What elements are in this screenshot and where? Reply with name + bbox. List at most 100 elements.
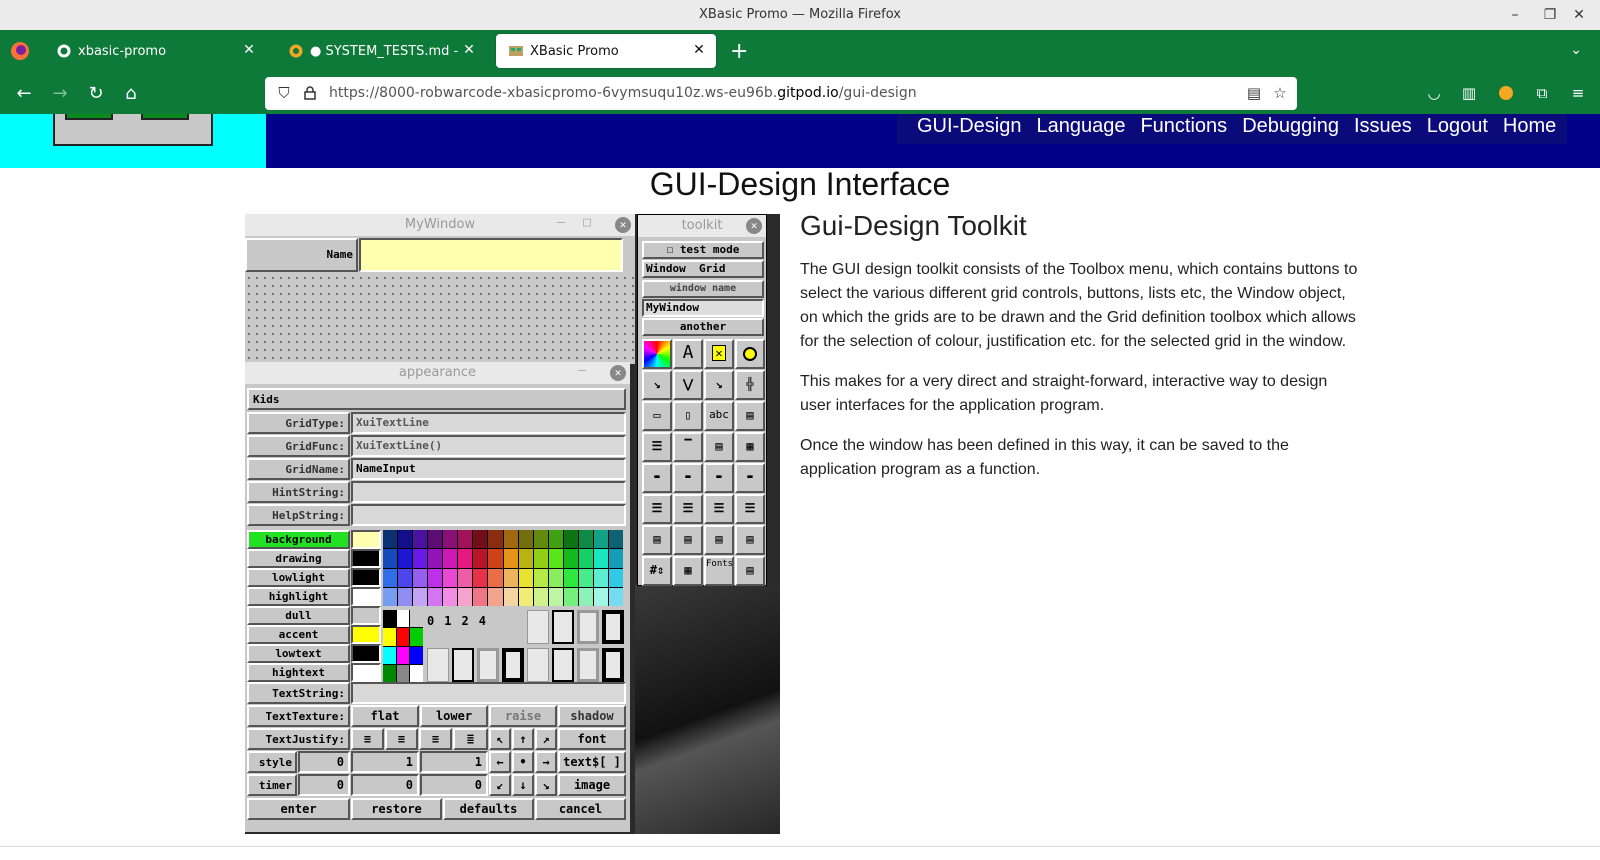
reload-button[interactable]: ↻ (83, 81, 109, 105)
align-s-icon[interactable]: ↓ (512, 774, 534, 796)
maximize-icon[interactable]: □ (583, 215, 591, 230)
shield-icon[interactable]: ⛉ (275, 84, 293, 102)
border-style-option[interactable] (502, 648, 524, 682)
pocket-icon[interactable]: ◡ (1423, 82, 1445, 104)
list-tabs-chevron-icon[interactable]: ⌄ (1570, 42, 1582, 58)
cancel-button[interactable]: cancel (535, 798, 626, 820)
texture-shadow-button[interactable]: shadow (558, 705, 626, 727)
field-value[interactable]: XuiTextLine() (351, 435, 626, 457)
dialog2-tool-icon[interactable]: ▤ (673, 525, 703, 555)
color-row-dull[interactable]: dull (247, 606, 350, 625)
scrollbar-h-tool-icon[interactable]: ▭ (642, 401, 672, 431)
border-style-option[interactable] (602, 610, 624, 644)
enter-button[interactable]: enter (247, 798, 350, 820)
menu2-tool-icon[interactable]: ▬ (673, 463, 703, 493)
number-spinner-tool-icon[interactable]: #⇕ (642, 556, 672, 586)
border-style-option[interactable] (477, 648, 499, 682)
extension-gitpod-icon[interactable] (1495, 82, 1517, 104)
another-button[interactable]: another (642, 318, 764, 336)
extensions-icon[interactable]: ⧉ (1531, 82, 1553, 104)
color-swatch[interactable] (351, 568, 381, 587)
text-array-button[interactable]: text$[ ] (558, 751, 626, 773)
dialog1-tool-icon[interactable]: ▤ (642, 525, 672, 555)
url-bar[interactable]: ⛉ https://8000-robwarcode-xbasicpromo-6v… (265, 77, 1297, 110)
split-tool-icon[interactable]: ╬ (735, 370, 765, 400)
sidebar-icon[interactable]: ▥ (1458, 82, 1480, 104)
arrow-corner-tool-icon[interactable]: ↘ (704, 370, 734, 400)
message-tool-icon[interactable]: ▤ (735, 556, 765, 586)
align-nw-icon[interactable]: ↖ (489, 728, 511, 750)
nav-home[interactable]: Home (1503, 115, 1556, 138)
color-swatch[interactable] (351, 549, 381, 568)
image-button[interactable]: image (558, 774, 626, 796)
kids-header[interactable]: Kids (247, 388, 626, 410)
tab-system-tests[interactable]: ● SYSTEM_TESTS.md - xbas ✕ (276, 34, 486, 68)
color-row-lowlight[interactable]: lowlight (247, 568, 350, 587)
justify-left-icon[interactable]: ≡ (351, 728, 384, 750)
align-ne-icon[interactable]: ↗ (535, 728, 557, 750)
border-style-option[interactable] (527, 648, 549, 682)
color-swatch[interactable] (351, 663, 381, 682)
close-icon[interactable]: ✕ (610, 365, 626, 381)
color-row-drawing[interactable]: drawing (247, 549, 350, 568)
text-box-tool-icon[interactable]: ▦ (735, 432, 765, 462)
close-tab-icon[interactable]: ✕ (240, 42, 258, 58)
color-tool-icon[interactable] (642, 339, 672, 369)
field-value[interactable]: NameInput (351, 458, 626, 480)
restore-button[interactable]: restore (351, 798, 442, 820)
pulldown3-tool-icon[interactable]: ☰ (704, 494, 734, 524)
menu-grid[interactable]: Grid (699, 262, 726, 275)
align-sw-icon[interactable]: ↙ (489, 774, 511, 796)
texture-flat-button[interactable]: flat (351, 705, 419, 727)
color-swatch[interactable] (351, 606, 381, 625)
pulldown2-tool-icon[interactable]: ☰ (673, 494, 703, 524)
url-text[interactable]: https://8000-robwarcode-xbasicpromo-6vym… (329, 85, 917, 101)
align-center-icon[interactable]: • (512, 751, 534, 773)
nav-debugging[interactable]: Debugging (1242, 115, 1339, 138)
small-color-palette[interactable] (383, 610, 423, 682)
menu-window[interactable]: Window (646, 262, 686, 275)
justify-full-icon[interactable]: ≣ (453, 728, 488, 750)
color-row-hightext[interactable]: hightext (247, 663, 350, 682)
border-style-option[interactable] (427, 648, 449, 682)
toolkit-menu[interactable]: Window Grid (642, 260, 764, 278)
textline-tool-icon[interactable]: abc (704, 401, 734, 431)
scrollbar-v-tool-icon[interactable]: ▯ (673, 401, 703, 431)
maximize-button[interactable]: ❐ (1539, 4, 1561, 26)
border-style-option[interactable] (552, 610, 574, 644)
minimize-button[interactable]: – (1504, 4, 1526, 26)
menu4-tool-icon[interactable]: ▬ (735, 463, 765, 493)
close-icon[interactable]: ✕ (615, 217, 631, 233)
textstring-input[interactable] (351, 682, 626, 704)
border-number[interactable]: 0 (427, 614, 434, 634)
dialog3-tool-icon[interactable]: ▤ (704, 525, 734, 555)
timer-value-2[interactable]: 0 (351, 774, 419, 796)
menu1-tool-icon[interactable]: ▬ (642, 463, 672, 493)
nav-language[interactable]: Language (1036, 115, 1125, 138)
close-tab-icon[interactable]: ✕ (690, 42, 708, 58)
color-row-highlight[interactable]: highlight (247, 587, 350, 606)
list-tool-icon[interactable]: ☰ (642, 432, 672, 462)
firefox-icon[interactable] (10, 41, 30, 61)
color-swatch[interactable] (351, 625, 381, 644)
dialog4-tool-icon[interactable]: ▤ (735, 525, 765, 555)
home-button[interactable]: ⌂ (118, 81, 144, 105)
arrow-down-right-tool-icon[interactable]: ↘ (642, 370, 672, 400)
dropdown-tool-icon[interactable]: ▔ (673, 432, 703, 462)
fonts-tool-icon[interactable]: Fonts (704, 556, 734, 586)
tab-xbasic-promo-github[interactable]: xbasic-promo ✕ (44, 34, 266, 68)
design-grid[interactable] (245, 274, 635, 364)
color-palette[interactable] (383, 530, 623, 606)
color-swatch[interactable] (351, 644, 381, 663)
texture-raise-button[interactable]: raise (489, 705, 557, 727)
texture-lower-button[interactable]: lower (420, 705, 488, 727)
font-button[interactable]: font (558, 728, 626, 750)
style-value-3[interactable]: 1 (420, 751, 488, 773)
close-tab-icon[interactable]: ✕ (460, 42, 478, 58)
color-row-lowtext[interactable]: lowtext (247, 644, 350, 663)
field-value[interactable] (351, 481, 626, 503)
border-style-option[interactable] (527, 610, 549, 644)
nav-issues[interactable]: Issues (1354, 115, 1412, 138)
align-w-icon[interactable]: ← (489, 751, 511, 773)
color-swatch[interactable] (351, 587, 381, 606)
